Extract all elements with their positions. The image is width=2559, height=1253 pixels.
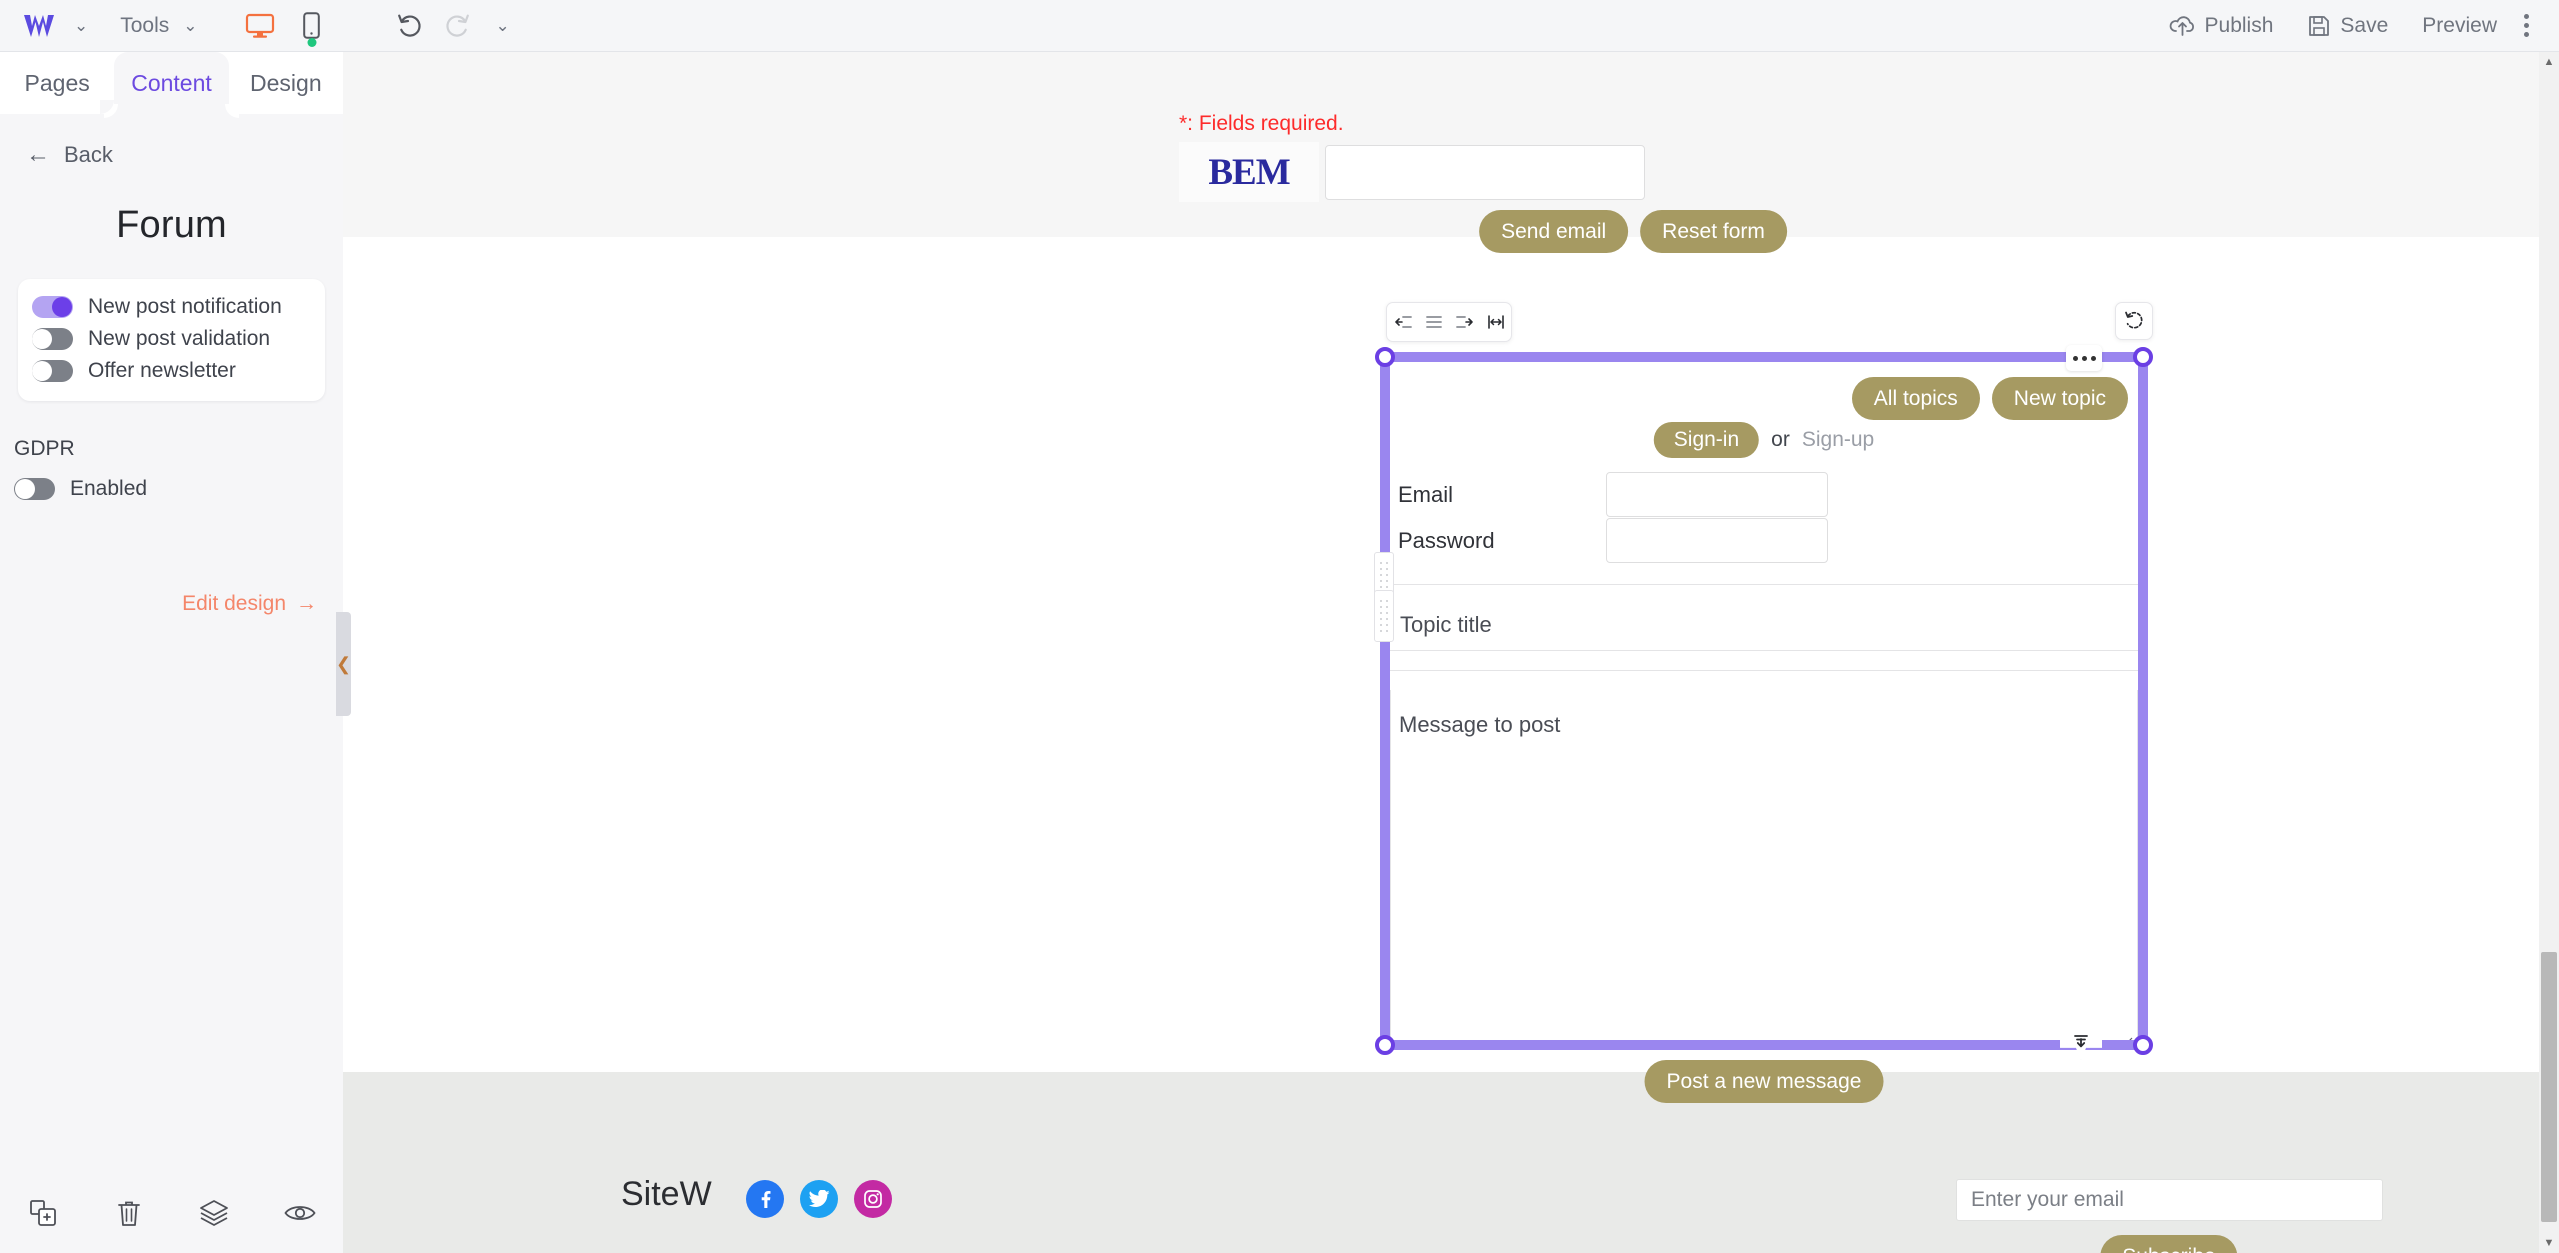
gdpr-enabled-label: Enabled bbox=[70, 477, 148, 500]
selection-bottom-edge bbox=[1380, 1040, 2148, 1050]
setting-offer-newsletter[interactable]: Offer newsletter bbox=[32, 356, 311, 386]
tools-menu-label[interactable]: Tools bbox=[102, 14, 169, 38]
sidebar-collapse-handle[interactable]: ❮ bbox=[336, 612, 351, 716]
edit-design-link[interactable]: Edit design → bbox=[182, 592, 317, 616]
instagram-icon[interactable] bbox=[854, 1180, 892, 1218]
selection-right-edge bbox=[2138, 352, 2148, 1050]
duplicate-icon[interactable] bbox=[0, 1199, 86, 1227]
offer-newsletter-switch[interactable] bbox=[32, 360, 73, 382]
page-title: Forum bbox=[116, 204, 227, 246]
resize-handle-bottom-left[interactable] bbox=[1375, 1035, 1395, 1055]
left-sidebar: Pages Content Design ← Back Forum New po… bbox=[0, 52, 343, 1253]
site-canvas: *: Fields required. BEM Send email Reset… bbox=[343, 52, 2539, 1253]
redo-icon bbox=[434, 6, 482, 46]
subscribe-button[interactable]: Subscribe bbox=[2100, 1235, 2238, 1253]
tab-content[interactable]: Content bbox=[100, 52, 244, 114]
three-dots-icon[interactable] bbox=[2066, 345, 2102, 371]
footer-brand: SiteW bbox=[621, 1175, 712, 1213]
align-right-icon[interactable] bbox=[1452, 309, 1478, 335]
reset-form-button[interactable]: Reset form bbox=[1640, 210, 1787, 254]
setting-new-post-notification[interactable]: New post notification bbox=[32, 292, 311, 322]
send-email-button[interactable]: Send email bbox=[1479, 210, 1629, 254]
full-width-icon[interactable] bbox=[1483, 309, 1509, 335]
setting-new-post-validation[interactable]: New post validation bbox=[32, 324, 311, 354]
layers-icon[interactable] bbox=[172, 1199, 258, 1227]
tab-pages-label: Pages bbox=[24, 69, 90, 96]
publish-button[interactable]: Publish bbox=[2152, 6, 2291, 46]
history-dropdown-caret[interactable]: ⌄ bbox=[482, 17, 524, 34]
publish-label: Publish bbox=[2204, 13, 2274, 37]
captcha-image: BEM bbox=[1179, 142, 1319, 202]
gdpr-heading: GDPR bbox=[14, 437, 75, 460]
save-button[interactable]: Save bbox=[2290, 6, 2405, 46]
eye-icon[interactable] bbox=[257, 1202, 343, 1224]
new-post-validation-label: New post validation bbox=[88, 327, 271, 350]
tab-pages[interactable]: Pages bbox=[0, 52, 115, 114]
trash-icon[interactable] bbox=[86, 1199, 172, 1227]
arrow-right-icon: → bbox=[296, 592, 317, 615]
post-new-message-button[interactable]: Post a new message bbox=[1644, 1060, 1884, 1104]
save-label: Save bbox=[2340, 13, 2389, 37]
align-center-icon[interactable] bbox=[1421, 309, 1447, 335]
sitew-logo[interactable] bbox=[18, 9, 60, 43]
new-post-validation-switch[interactable] bbox=[32, 328, 73, 350]
edit-design-label: Edit design bbox=[182, 592, 286, 615]
offer-newsletter-label: Offer newsletter bbox=[88, 359, 236, 382]
preview-button[interactable]: Preview bbox=[2405, 6, 2514, 46]
selected-block-frame[interactable] bbox=[1375, 345, 2153, 1060]
mobile-status-dot bbox=[307, 37, 317, 47]
social-links bbox=[746, 1180, 892, 1218]
undo-icon[interactable] bbox=[386, 6, 434, 46]
tab-design-label: Design bbox=[250, 69, 322, 96]
scrollbar-thumb[interactable] bbox=[2541, 952, 2557, 1222]
resize-handle-top-left[interactable] bbox=[1375, 347, 1395, 367]
selection-top-edge bbox=[1380, 352, 2148, 362]
top-toolbar: ⌄ Tools ⌄ ⌄ Publish Save Preview bbox=[0, 0, 2559, 52]
scroll-down-arrow[interactable]: ▼ bbox=[2539, 1233, 2559, 1253]
revert-icon[interactable] bbox=[2115, 302, 2153, 340]
required-fields-note: *: Fields required. bbox=[1179, 112, 1344, 135]
new-post-notification-switch[interactable] bbox=[32, 296, 73, 318]
selection-left-edge bbox=[1380, 352, 1390, 1050]
twitter-icon[interactable] bbox=[800, 1180, 838, 1218]
drag-grip-icon[interactable] bbox=[1374, 590, 1394, 642]
logo-dropdown-caret[interactable]: ⌄ bbox=[60, 17, 102, 34]
save-disk-icon bbox=[2309, 15, 2330, 36]
block-alignment-toolbar bbox=[1386, 302, 1512, 342]
captcha-row: BEM bbox=[1179, 142, 1645, 202]
sidebar-bottom-toolbar bbox=[0, 1173, 343, 1253]
chevron-left-icon: ❮ bbox=[335, 654, 352, 674]
setting-gdpr-enabled[interactable]: Enabled bbox=[14, 477, 343, 501]
tools-dropdown-caret[interactable]: ⌄ bbox=[169, 17, 211, 34]
mobile-phone-icon[interactable] bbox=[286, 6, 338, 47]
subscribe-button-wrap: Subscribe bbox=[2100, 1235, 2238, 1253]
captcha-input[interactable] bbox=[1325, 144, 1645, 200]
contact-form-buttons: Send email Reset form bbox=[1479, 210, 1787, 254]
desktop-monitor-icon[interactable] bbox=[234, 6, 286, 46]
gdpr-enabled-switch[interactable] bbox=[14, 478, 55, 500]
tab-content-label: Content bbox=[131, 69, 212, 96]
post-message-button-wrap: Post a new message bbox=[1644, 1060, 1884, 1104]
publish-cloud-icon bbox=[2169, 15, 2194, 36]
resize-handle-top-right[interactable] bbox=[2133, 347, 2153, 367]
vertical-scrollbar[interactable]: ▲ ▼ bbox=[2539, 52, 2559, 1253]
kebab-menu-icon[interactable] bbox=[2514, 14, 2545, 37]
settings-toggle-card: New post notification New post validatio… bbox=[18, 279, 325, 401]
scroll-up-arrow[interactable]: ▲ bbox=[2539, 52, 2559, 72]
subscribe-email-input[interactable]: Enter your email bbox=[1956, 1179, 2383, 1221]
resize-handle-bottom-right[interactable] bbox=[2133, 1035, 2153, 1055]
sidebar-tabs: Pages Content Design bbox=[0, 52, 343, 114]
back-arrow-icon: ← bbox=[26, 141, 50, 168]
preview-label: Preview bbox=[2422, 13, 2497, 37]
back-button[interactable]: ← Back bbox=[0, 114, 343, 168]
tab-design[interactable]: Design bbox=[228, 52, 343, 114]
canvas-footer-band bbox=[343, 1072, 2539, 1253]
facebook-icon[interactable] bbox=[746, 1180, 784, 1218]
new-post-notification-label: New post notification bbox=[88, 295, 282, 318]
back-label: Back bbox=[64, 142, 113, 167]
align-left-icon[interactable] bbox=[1390, 309, 1416, 335]
